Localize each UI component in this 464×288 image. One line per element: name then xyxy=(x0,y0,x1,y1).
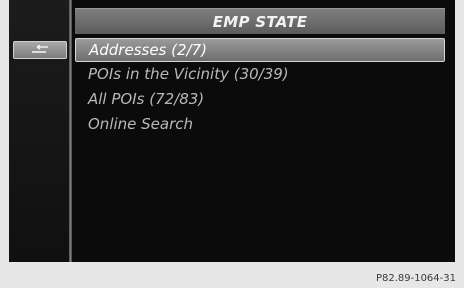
reference-code: P82.89-1064-31 xyxy=(375,273,456,284)
menu-item-pois-vicinity[interactable]: POIs in the Vicinity (30/39) xyxy=(75,62,445,87)
back-arrow-icon xyxy=(32,45,48,53)
menu-header: EMP STATE xyxy=(75,8,445,34)
back-button[interactable] xyxy=(13,41,67,59)
left-panel xyxy=(9,0,69,262)
menu-title: EMP STATE xyxy=(212,12,308,31)
destination-menu-list: Addresses (2/7) POIs in the Vicinity (30… xyxy=(75,38,445,137)
panel-divider xyxy=(69,0,72,262)
menu-item-online-search[interactable]: Online Search xyxy=(75,112,445,137)
menu-item-all-pois[interactable]: All POIs (72/83) xyxy=(75,87,445,112)
navigation-screen: EMP STATE Addresses (2/7) POIs in the Vi… xyxy=(9,0,455,262)
menu-item-addresses[interactable]: Addresses (2/7) xyxy=(75,38,445,62)
